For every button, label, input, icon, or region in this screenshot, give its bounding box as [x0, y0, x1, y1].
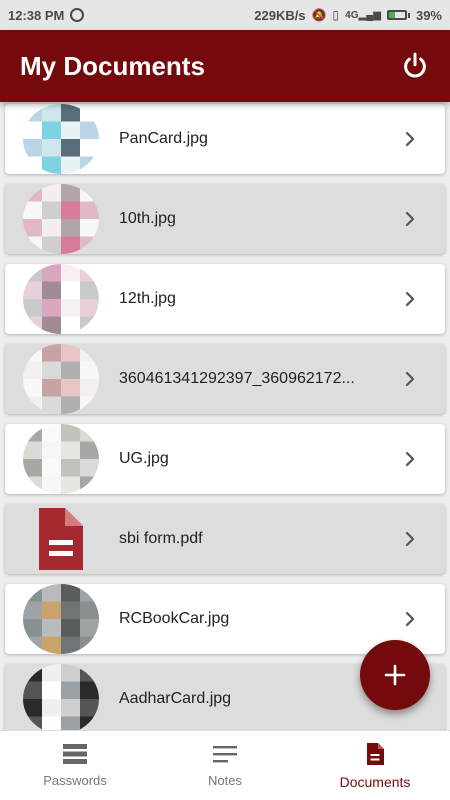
document-icon [367, 742, 384, 765]
battery-percent: 39% [415, 7, 442, 23]
nav-notes-label: Notes [208, 773, 242, 788]
chevron-right-icon [403, 131, 417, 147]
document-list[interactable]: PanCard.jpg 10th.jpg 12th.jpg 3604613412923… [0, 102, 450, 730]
mute-icon: 🔕 [311, 8, 327, 22]
volte-icon: ▯ [332, 8, 340, 22]
chevron-right-icon [403, 531, 417, 547]
nav-documents[interactable]: Documents [300, 731, 450, 800]
document-name: 360461341292397_360962172... [119, 370, 355, 387]
chevron-right-icon [403, 291, 417, 307]
list-item[interactable]: 10th.jpg [5, 184, 445, 254]
document-name: UG.jpg [119, 450, 169, 467]
nav-passwords[interactable]: Passwords [0, 731, 150, 800]
document-name: sbi form.pdf [119, 530, 203, 547]
document-name: AadharCard.jpg [119, 690, 232, 707]
page-title: My Documents [20, 50, 205, 81]
chevron-right-icon [403, 211, 417, 227]
chevron-right-icon [403, 371, 417, 387]
status-speed: 229KB/s [254, 7, 306, 23]
list-item[interactable]: sbi form.pdf [5, 504, 445, 574]
list-icon [63, 744, 87, 764]
plus-icon [384, 664, 406, 686]
document-name: 10th.jpg [119, 210, 176, 227]
document-thumbnail [23, 584, 99, 654]
chevron-right-icon [403, 611, 417, 627]
chevron-right-icon [403, 451, 417, 467]
list-item[interactable]: UG.jpg [5, 424, 445, 494]
signal-icon: 4G▂▄▆ [345, 9, 381, 21]
app-bar: My Documents [0, 30, 450, 102]
nav-notes[interactable]: Notes [150, 731, 300, 800]
list-item[interactable]: 360461341292397_360962172... [5, 344, 445, 414]
logout-button[interactable] [400, 51, 430, 81]
document-name: 12th.jpg [119, 290, 176, 307]
document-name: PanCard.jpg [119, 130, 208, 147]
notes-icon [213, 746, 237, 763]
status-time: 12:38 PM [8, 7, 65, 23]
list-item[interactable]: PanCard.jpg [5, 104, 445, 174]
pdf-file-icon [23, 504, 99, 574]
document-thumbnail [23, 344, 99, 414]
document-thumbnail [23, 104, 99, 174]
list-item[interactable]: 12th.jpg [5, 264, 445, 334]
document-thumbnail [23, 424, 99, 494]
nav-documents-label: Documents [339, 773, 411, 790]
power-icon [404, 52, 426, 78]
document-thumbnail [23, 264, 99, 334]
document-name: RCBookCar.jpg [119, 610, 230, 627]
whatsapp-icon [70, 8, 85, 22]
battery-icon [386, 10, 410, 20]
nav-passwords-label: Passwords [43, 773, 107, 788]
status-bar: 12:38 PM 229KB/s 🔕 ▯ 4G▂▄▆ 39% [0, 0, 450, 30]
document-thumbnail [23, 664, 99, 730]
add-document-button[interactable] [360, 640, 430, 710]
document-thumbnail [23, 184, 99, 254]
bottom-navigation: Passwords Notes Documents [0, 730, 450, 800]
